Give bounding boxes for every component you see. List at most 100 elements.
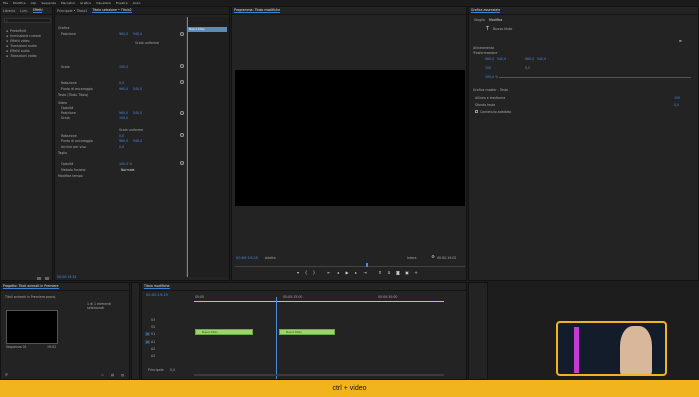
eg-tab-sfoglia[interactable]: Sfoglia xyxy=(474,18,485,22)
quality-dropdown[interactable]: Intera xyxy=(407,256,416,260)
tab-effetti[interactable]: Effetti xyxy=(32,8,43,13)
eg-scale[interactable]: 100 xyxy=(485,66,491,70)
lift-icon[interactable]: ⊼ xyxy=(378,271,382,275)
timeline-clip[interactable]: Nuovo titolo xyxy=(195,329,253,335)
essential-graphics-panel: Grafica essenziale Sfoglia Modifica T Nu… xyxy=(468,6,699,281)
keyframe-icon[interactable] xyxy=(180,111,184,115)
eg-pos-y[interactable]: 540,0 xyxy=(497,57,506,61)
fit-dropdown[interactable]: Adatta xyxy=(265,256,276,260)
add-button-icon[interactable]: + xyxy=(414,271,418,275)
keyframe-icon[interactable] xyxy=(180,64,184,68)
new-item-icon[interactable]: ▤ xyxy=(111,373,114,377)
program-monitor-panel: Programma: Titolo modifiche 00:00:19:25 … xyxy=(231,6,467,281)
track-label[interactable]: A1 xyxy=(151,340,155,344)
program-monitor-title[interactable]: Programma: Titolo modifiche xyxy=(234,8,281,13)
text-icon[interactable]: T xyxy=(486,26,489,32)
folder-icon: ▪ xyxy=(6,48,9,53)
go-to-out-icon[interactable]: ⇥ xyxy=(363,271,367,275)
keyframe-icon[interactable] xyxy=(180,80,184,84)
keyframe-icon[interactable] xyxy=(180,161,184,165)
menu-marcatori[interactable]: Marcatori xyxy=(61,1,75,5)
eg-master-value[interactable]: 100 xyxy=(674,96,680,100)
project-title[interactable]: Progetto: Titoli animati in Premiere xyxy=(3,284,59,289)
step-back-icon[interactable]: ◂ xyxy=(336,271,340,275)
timeline-panel: Titolo modifiche 00:00:19:25 00:00 00:00… xyxy=(141,282,467,380)
eg-anchor-y[interactable]: 540,0 xyxy=(537,57,546,61)
track-label[interactable]: A3 xyxy=(151,354,155,358)
new-bin-icon[interactable]: ▭ xyxy=(101,373,104,377)
keyframe-icon[interactable] xyxy=(180,133,184,137)
compare-icon[interactable]: ▣ xyxy=(405,271,409,275)
monitor-scrubber[interactable] xyxy=(235,266,465,267)
project-thumbnail[interactable] xyxy=(6,310,58,344)
eg-rotation[interactable]: 0,0 xyxy=(525,66,530,70)
search-icon: ⌕ xyxy=(6,19,8,23)
menu-sequenza[interactable]: Sequenza xyxy=(41,1,56,5)
track-label[interactable]: V2 xyxy=(151,325,155,329)
timeline-clip[interactable]: Nuovo titolo xyxy=(279,329,335,335)
timeline-tab[interactable]: Titolo modifiche xyxy=(144,284,170,289)
eg-tab-modifica[interactable]: Modifica xyxy=(489,18,502,22)
effects-browser-panel: Libreria Lum. Effetti ⌕ ▪ Predefiniti ▪ Im… xyxy=(0,6,53,281)
play-icon[interactable]: ▶ xyxy=(345,271,349,275)
eg-layer-name[interactable]: Nuovo titolo xyxy=(493,27,512,31)
delete-icon[interactable]: ▥ xyxy=(121,373,124,377)
essential-graphics-title[interactable]: Grafica essenziale xyxy=(471,8,501,13)
menu-clip[interactable]: Clip xyxy=(31,1,37,5)
keyframe-icon[interactable] xyxy=(180,32,184,36)
track-toggle[interactable] xyxy=(145,340,150,344)
eg-opacity-slider[interactable] xyxy=(499,77,691,78)
program-timecode[interactable]: 00:00:19:25 xyxy=(236,256,258,260)
timeline-timecode[interactable]: 00:00:19:25 xyxy=(146,293,168,297)
mini-clip[interactable]: Nuovo titolo xyxy=(188,27,227,32)
tab-libreria[interactable]: Libreria xyxy=(3,9,15,13)
step-forward-icon[interactable]: ▸ xyxy=(354,271,358,275)
timeline-scrollbar[interactable] xyxy=(194,374,444,376)
eg-opacity[interactable]: 100,0 % xyxy=(485,75,498,79)
webcam-overlay xyxy=(556,321,667,376)
menu-aiuto[interactable]: Aiuto xyxy=(133,1,141,5)
menu-visualizza[interactable]: Visualizza xyxy=(96,1,111,5)
folder-icon: ▪ xyxy=(6,38,9,43)
track-label[interactable]: V3 xyxy=(151,318,155,322)
menu-file[interactable]: File xyxy=(3,1,8,5)
project-item-name[interactable]: Sequenza 01 xyxy=(6,345,27,349)
tab-effect-controls[interactable]: Principale • Titolo2 xyxy=(57,9,87,13)
tab-selection[interactable]: Titolo selezione • Titolo2 xyxy=(92,8,132,13)
eg-background-value[interactable]: 0,0 xyxy=(674,103,679,107)
mark-in-icon[interactable]: { xyxy=(304,271,308,275)
list-view-icon[interactable]: ☰ xyxy=(5,373,8,377)
wrench-icon[interactable]: ⚙ xyxy=(431,255,435,259)
new-folder-button[interactable] xyxy=(37,277,41,280)
menu-finestra[interactable]: Finestra xyxy=(116,1,128,5)
timeline-footer-value[interactable]: 0,0 xyxy=(170,368,175,372)
mark-out-icon[interactable]: } xyxy=(312,271,316,275)
menu-grafica[interactable]: Grafica xyxy=(80,1,91,5)
track-label[interactable]: A2 xyxy=(151,347,155,351)
effect-controls-timecode[interactable]: 00:00:19:25 xyxy=(57,275,76,279)
track-label[interactable]: V1 xyxy=(151,332,155,336)
eg-anchor-x[interactable]: 960,0 xyxy=(525,57,534,61)
timeline-playhead[interactable] xyxy=(276,297,277,379)
go-to-in-icon[interactable]: ⇤ xyxy=(327,271,331,275)
project-count: 1 di 1 elementi selezionati xyxy=(87,302,112,310)
eg-new-layer-icon[interactable]: ⊞ xyxy=(679,39,682,43)
delete-button[interactable] xyxy=(45,277,49,280)
menu-modifica[interactable]: Modifica xyxy=(13,1,26,5)
eg-checkbox[interactable] xyxy=(475,110,478,113)
monitor-playhead[interactable] xyxy=(366,263,368,267)
extract-icon[interactable]: ⊻ xyxy=(387,271,391,275)
mini-timeline[interactable]: Nuovo titolo xyxy=(186,17,229,277)
export-frame-icon[interactable]: ◙ xyxy=(396,271,400,275)
add-marker-icon[interactable]: ▾ xyxy=(296,271,300,275)
tab-lum[interactable]: Lum. xyxy=(20,9,28,13)
ruler-label: 00:00:30:00 xyxy=(378,295,398,299)
track-toggle[interactable] xyxy=(145,332,150,336)
work-area-bar[interactable] xyxy=(194,301,444,302)
program-duration: 00:00:19:02 xyxy=(437,256,457,260)
search-input[interactable]: ⌕ xyxy=(4,18,51,23)
eg-align-transform: Allinea e trasforma xyxy=(475,96,506,100)
project-panel: Progetto: Titoli animati in Premiere Tit… xyxy=(0,282,130,380)
list-item[interactable]: ▪ Transizioni video xyxy=(1,53,52,58)
eg-pos-x[interactable]: 960,0 xyxy=(485,57,494,61)
